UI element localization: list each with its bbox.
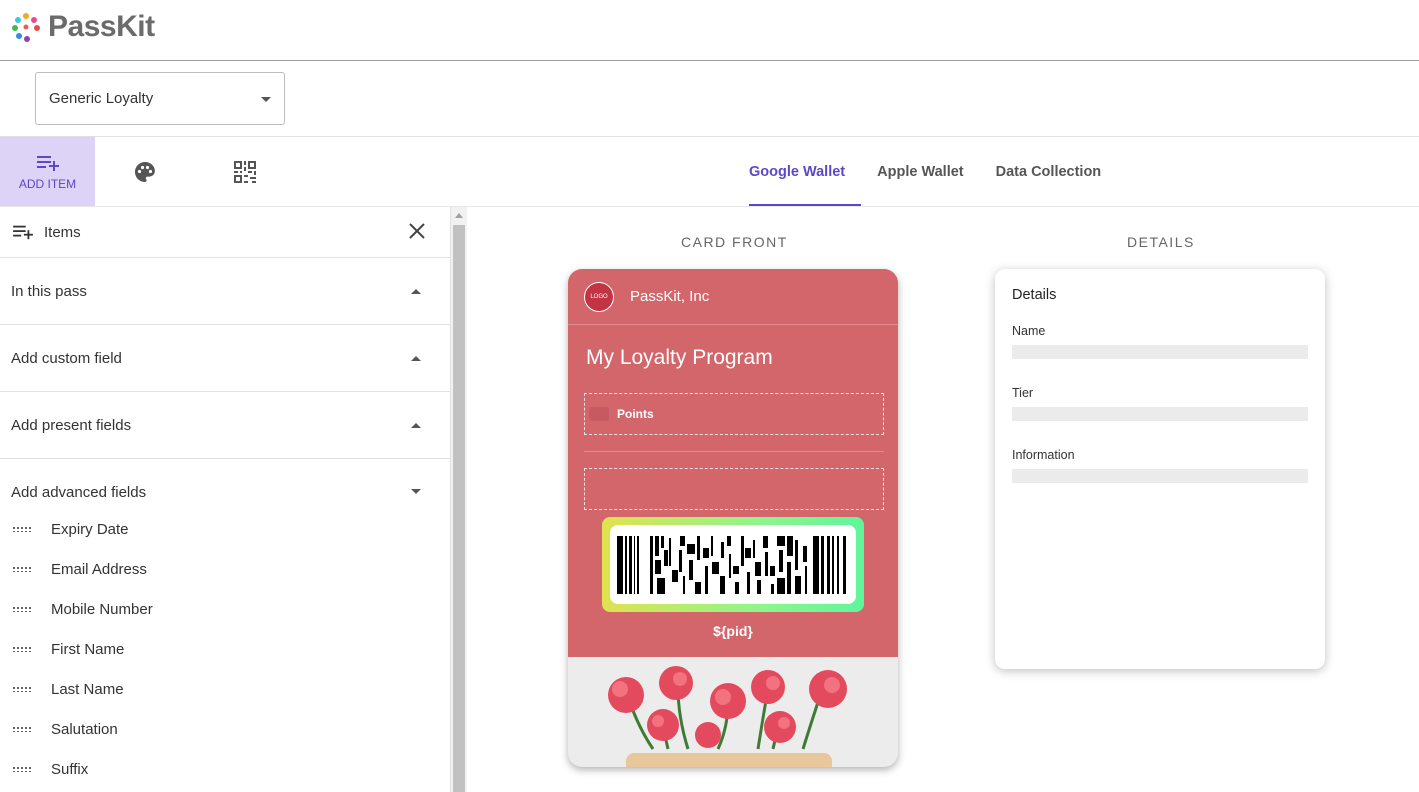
details-title: DETAILS: [1127, 234, 1195, 250]
carnation-flowers-image: [568, 657, 898, 767]
drag-handle-icon[interactable]: [12, 646, 33, 652]
details-heading: Details: [1012, 287, 1057, 303]
field-label: Expiry Date: [51, 520, 129, 538]
scroll-up-arrow-icon[interactable]: [455, 213, 463, 218]
card-hero-image[interactable]: [568, 657, 898, 767]
drag-handle-icon[interactable]: [12, 606, 33, 612]
card-empty-field-slot[interactable]: [584, 468, 884, 510]
app-name: PassKit: [48, 10, 155, 43]
pdf417-barcode-icon: [617, 535, 846, 594]
design-button[interactable]: [97, 137, 192, 206]
section-label: Add advanced fields: [11, 483, 147, 501]
field-salutation[interactable]: Salutation: [0, 709, 450, 749]
details-label-name: Name: [1012, 324, 1046, 338]
template-bar: Generic Loyalty: [0, 61, 1419, 137]
section-in-this-pass[interactable]: In this pass: [0, 258, 450, 325]
drag-handle-icon[interactable]: [12, 686, 33, 692]
qr-code-icon: [233, 160, 256, 183]
field-label: Suffix: [51, 760, 89, 778]
passkit-dots-icon: [12, 13, 40, 42]
field-last-name[interactable]: Last Name: [0, 669, 450, 709]
barcode-button[interactable]: [197, 137, 292, 206]
close-icon[interactable]: [408, 222, 426, 240]
field-first-name[interactable]: First Name: [0, 629, 450, 669]
playlist-add-icon: [13, 225, 33, 240]
card-points-field[interactable]: Points: [584, 393, 884, 435]
caret-down-icon: [261, 97, 271, 102]
field-suffix[interactable]: Suffix: [0, 749, 450, 789]
barcode-frame[interactable]: [602, 517, 864, 612]
section-label: In this pass: [11, 282, 87, 300]
card-company-name[interactable]: PassKit, Inc: [630, 288, 709, 305]
tab-apple-wallet[interactable]: Apple Wallet: [861, 137, 979, 206]
app-header: PassKit: [0, 0, 1419, 61]
details-value-placeholder: [1012, 345, 1308, 359]
card-front-title: CARD FRONT: [681, 234, 788, 250]
details-value-placeholder: [1012, 469, 1308, 483]
template-select[interactable]: Generic Loyalty: [35, 72, 285, 125]
wallet-tabs: Google Wallet Apple Wallet Data Collecti…: [733, 137, 1117, 206]
add-item-label: ADD ITEM: [18, 176, 77, 191]
items-panel-title: Items: [44, 223, 81, 241]
playlist-add-icon: [36, 155, 59, 171]
caret-down-icon: [411, 489, 421, 494]
drag-handle-icon[interactable]: [12, 766, 33, 772]
advanced-field-list: Expiry Date Email Address Mobile Number …: [0, 509, 450, 789]
field-email-address[interactable]: Email Address: [0, 549, 450, 589]
items-panel-header: Items: [0, 207, 450, 258]
field-label: Email Address: [51, 560, 147, 578]
tab-google-wallet[interactable]: Google Wallet: [733, 137, 862, 206]
section-add-present-fields[interactable]: Add present fields: [0, 392, 450, 459]
field-label: Salutation: [51, 720, 118, 738]
field-label: Last Name: [51, 680, 124, 698]
items-panel: Items In this pass Add custom field Add …: [0, 207, 450, 792]
points-value-placeholder: [589, 407, 609, 421]
card-pid: ${pid}: [713, 623, 753, 639]
card-divider: [584, 451, 884, 452]
caret-up-icon: [411, 423, 421, 428]
palette-icon: [134, 161, 155, 182]
card-logo[interactable]: LOGO: [584, 281, 614, 312]
caret-up-icon: [411, 356, 421, 361]
section-label: Add custom field: [11, 349, 122, 367]
card-program-name[interactable]: My Loyalty Program: [568, 325, 898, 393]
points-label: Points: [617, 407, 654, 421]
template-select-value: Generic Loyalty: [49, 90, 154, 107]
passkit-logo[interactable]: PassKit: [10, 10, 155, 44]
drag-handle-icon[interactable]: [12, 566, 33, 572]
field-label: Mobile Number: [51, 600, 153, 618]
details-value-placeholder: [1012, 407, 1308, 421]
caret-up-icon: [411, 289, 421, 294]
panel-scrollbar[interactable]: [450, 207, 467, 792]
field-mobile-number[interactable]: Mobile Number: [0, 589, 450, 629]
card-header: LOGO PassKit, Inc: [568, 269, 898, 325]
details-label-tier: Tier: [1012, 386, 1034, 400]
section-add-custom-field[interactable]: Add custom field: [0, 325, 450, 392]
field-expiry-date[interactable]: Expiry Date: [0, 509, 450, 549]
pass-card-front: LOGO PassKit, Inc My Loyalty Program Poi…: [568, 269, 898, 767]
drag-handle-icon[interactable]: [12, 726, 33, 732]
drag-handle-icon[interactable]: [12, 526, 33, 532]
barcode: [610, 525, 856, 604]
scrollbar-thumb[interactable]: [453, 225, 465, 792]
details-label-information: Information: [1012, 448, 1075, 462]
section-label: Add present fields: [11, 416, 132, 434]
add-item-button[interactable]: ADD ITEM: [0, 137, 95, 206]
field-label: First Name: [51, 640, 125, 658]
tab-data-collection[interactable]: Data Collection: [980, 137, 1118, 206]
tool-row: ADD ITEM Google Wallet Apple Wallet Data…: [0, 137, 1419, 207]
details-card: Details Name Tier Information: [995, 269, 1325, 669]
